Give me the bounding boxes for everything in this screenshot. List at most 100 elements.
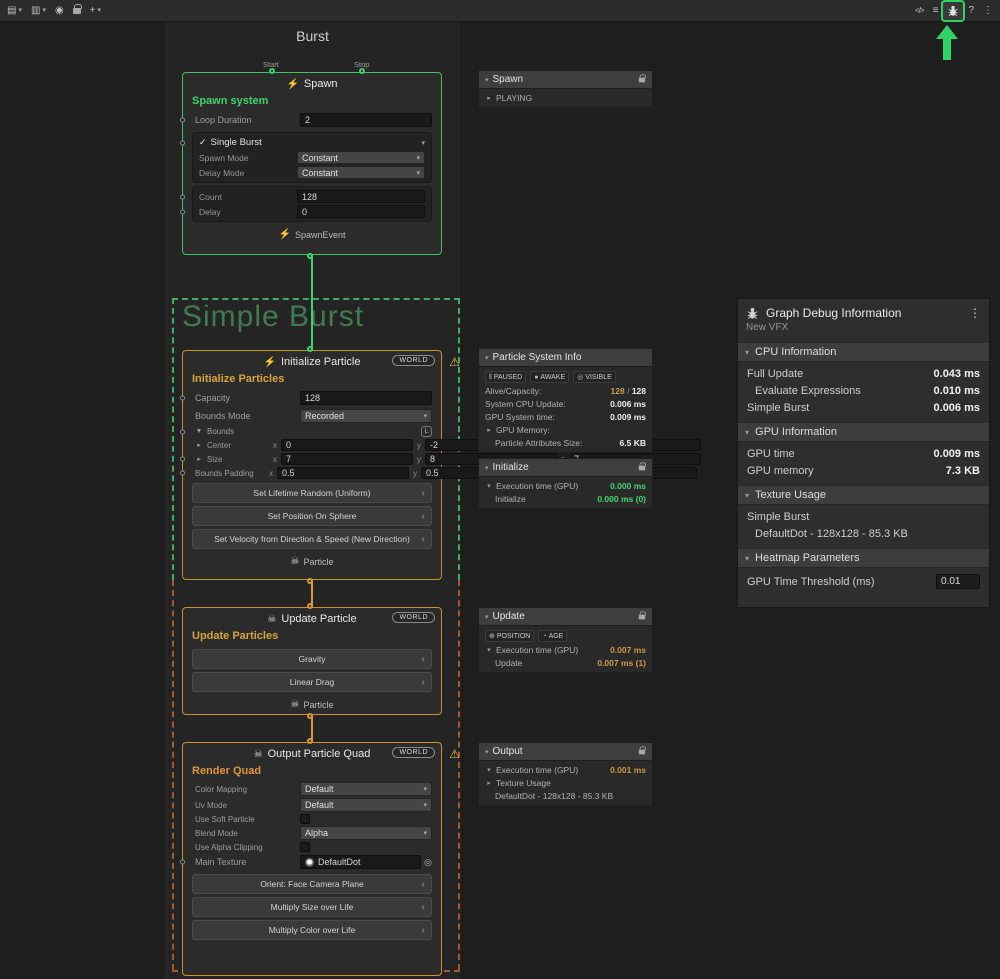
help-button[interactable]: ? [964,2,978,20]
count-input[interactable] [297,190,425,203]
lock-icon[interactable] [639,77,645,82]
space-badge-world[interactable]: WORLD [392,612,435,623]
lock-icon[interactable] [639,614,645,619]
property-port[interactable] [180,194,185,199]
check-icon[interactable]: ✓ [199,137,207,148]
chevron-left-icon[interactable]: ‹ [422,488,425,499]
cpu-information-header[interactable]: ▾ CPU Information [738,342,989,362]
foldout-open-icon[interactable]: ▸ [485,779,493,787]
property-port[interactable] [180,457,185,462]
uv-mode-dropdown[interactable]: Default ▾ [300,798,432,812]
lock-icon[interactable] [639,749,645,754]
texture-usage-header[interactable]: ▾ Texture Usage [738,485,989,505]
save-button[interactable]: ▤ ▾ [3,2,26,20]
foldout-closed-icon[interactable]: ▸ [485,94,493,102]
property-port[interactable] [180,396,185,401]
block-multiply-size-over-life[interactable]: Multiply Size over Life ‹ [192,897,432,917]
color-mapping-dropdown[interactable]: Default ▾ [300,782,432,796]
chevron-left-icon[interactable]: ‹ [422,677,425,688]
heatmap-parameters-header[interactable]: ▾ Heatmap Parameters [738,548,989,568]
flow-port-output[interactable] [307,578,313,584]
capacity-input[interactable] [300,391,432,405]
foldout-open-icon[interactable]: ▼ [195,428,203,435]
initialize-panel-header[interactable]: ▾ Initialize [478,458,653,477]
foldout-open-icon[interactable]: ▸ [485,426,493,434]
property-port[interactable] [180,118,185,123]
delay-input[interactable] [297,205,425,218]
context-node-update[interactable]: ☠ Update Particle WORLD Update Particles… [182,607,442,715]
foldout-open-icon[interactable]: ▾ [745,428,749,437]
warning-icon[interactable]: ⚠ [449,747,460,761]
foldout-open-icon[interactable]: ▾ [745,491,749,500]
template-button[interactable]: ▥ ▾ [27,2,50,20]
chevron-left-icon[interactable]: ‹ [422,654,425,665]
loop-duration-input[interactable] [300,113,432,127]
object-picker-icon[interactable]: ◎ [424,857,432,868]
chevron-left-icon[interactable]: ‹ [422,511,425,522]
foldout-open-icon[interactable]: ▾ [485,613,489,621]
foldout-open-icon[interactable]: ▾ [485,748,489,756]
kebab-menu-icon[interactable]: ⋮ [969,306,981,320]
space-local-icon[interactable]: L [421,426,432,437]
foldout-open-icon[interactable]: ▾ [485,354,489,362]
bounds-mode-dropdown[interactable]: Recorded ▾ [300,409,432,423]
block-set-lifetime-random[interactable]: Set Lifetime Random (Uniform) ‹ [192,483,432,503]
visibility-toggle[interactable]: ◉ [51,2,68,20]
foldout-open-icon[interactable]: ▾ [485,646,493,654]
flow-port-input[interactable] [307,346,313,352]
property-port[interactable] [180,209,185,214]
control-panel-button[interactable]: ≡ [929,2,943,20]
blend-mode-dropdown[interactable]: Alpha ▾ [300,826,432,840]
output-panel-header[interactable]: ▾ Output [478,742,653,761]
debug-mode-button[interactable] [943,2,963,20]
spawn-mode-dropdown[interactable]: Constant ▾ [297,151,425,164]
space-badge-world[interactable]: WORLD [392,355,435,366]
flow-port-input[interactable] [307,738,313,744]
single-burst-block[interactable]: ✓ Single Burst ▾ Spawn Mode Constant ▾ D… [192,132,432,183]
block-gravity[interactable]: Gravity ‹ [192,649,432,669]
size-x-input[interactable] [281,453,413,465]
spawn-panel-header[interactable]: ▾ Spawn [478,70,653,89]
use-soft-particle-checkbox[interactable] [300,814,310,824]
foldout-closed-icon[interactable]: ▸ [195,441,203,449]
foldout-open-icon[interactable]: ▾ [745,348,749,357]
foldout-closed-icon[interactable]: ▸ [195,455,203,463]
gpu-time-threshold-input[interactable] [936,574,980,589]
main-texture-field[interactable]: DefaultDot [300,855,421,869]
chevron-left-icon[interactable]: ‹ [422,879,425,890]
delay-mode-dropdown[interactable]: Constant ▾ [297,166,425,179]
particle-system-info-header[interactable]: ▾ Particle System Info [478,348,653,367]
foldout-open-icon[interactable]: ▾ [745,554,749,563]
block-linear-drag[interactable]: Linear Drag ‹ [192,672,432,692]
use-alpha-clipping-checkbox[interactable] [300,842,310,852]
group-label-simple-burst[interactable]: Simple Burst [182,300,364,334]
property-port[interactable] [180,860,185,865]
space-badge-world[interactable]: WORLD [392,747,435,758]
chevron-left-icon[interactable]: ‹ [422,925,425,936]
padding-x-input[interactable] [277,467,409,479]
flow-port-output[interactable] [307,253,313,259]
chevron-down-icon[interactable]: ▾ [421,139,425,147]
warning-icon[interactable]: ⚠ [449,355,460,369]
center-x-input[interactable] [281,439,413,451]
add-button[interactable]: + ▾ [86,2,105,20]
spawn-node-title[interactable]: ⚡ Spawn [183,73,441,95]
flow-port-input[interactable] [307,603,313,609]
gpu-information-header[interactable]: ▾ GPU Information [738,422,989,442]
flow-port-output[interactable] [307,713,313,719]
context-node-initialize[interactable]: ⚠ ⚡ Initialize Particle WORLD Initialize… [182,350,442,580]
foldout-open-icon[interactable]: ▾ [485,464,489,472]
more-options-button[interactable]: ⋮ [979,2,997,20]
foldout-open-icon[interactable]: ▾ [485,482,493,490]
output-node-title[interactable]: ☠ Output Particle Quad WORLD [183,743,441,765]
flow-port-stop[interactable] [359,68,365,74]
property-port[interactable] [180,140,185,145]
chevron-left-icon[interactable]: ‹ [422,534,425,545]
property-port[interactable] [180,429,185,434]
lock-toggle[interactable] [69,2,85,20]
block-orient-face-camera[interactable]: Orient: Face Camera Plane ‹ [192,874,432,894]
code-view-button[interactable]: </> [911,2,928,20]
update-panel-header[interactable]: ▾ Update [478,607,653,626]
property-port[interactable] [180,471,185,476]
context-node-spawn[interactable]: Start Stop ⚡ Spawn Spawn system Loop Dur… [182,72,442,255]
